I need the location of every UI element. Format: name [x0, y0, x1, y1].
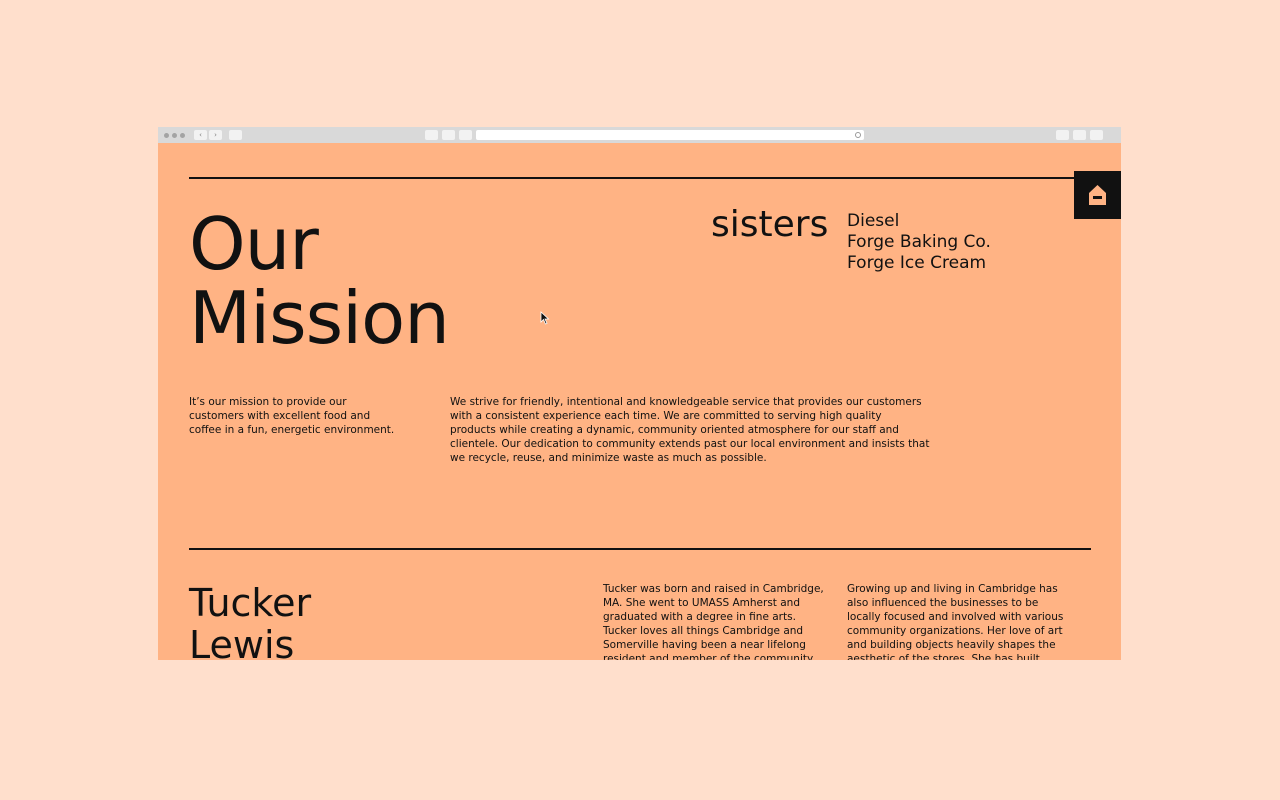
- reload-icon[interactable]: [855, 132, 861, 138]
- home-icon[interactable]: [459, 130, 472, 140]
- page-title-line1: Our: [189, 202, 319, 286]
- download-icon[interactable]: [1056, 130, 1069, 140]
- close-dot-icon[interactable]: [164, 133, 169, 138]
- sister-link-diesel[interactable]: Diesel: [847, 211, 991, 232]
- house-icon: [1089, 185, 1106, 205]
- sisters-list: Diesel Forge Baking Co. Forge Ice Cream: [847, 211, 991, 274]
- page-title: Our Mission: [189, 202, 450, 360]
- forward-icon[interactable]: ›: [209, 130, 222, 140]
- top-divider: [189, 177, 1091, 179]
- bio-first-name: Tucker: [189, 581, 312, 625]
- home-button[interactable]: [1074, 171, 1121, 219]
- mission-body: We strive for friendly, intentional and …: [450, 396, 930, 464]
- section-divider: [189, 548, 1091, 550]
- bio-last-name: Lewis: [189, 623, 295, 660]
- sister-link-forge-ice-cream[interactable]: Forge Ice Cream: [847, 253, 991, 274]
- reader-icon[interactable]: [442, 130, 455, 140]
- browser-window: ‹ › Our Mission sisters Diesel Forge Bak…: [158, 127, 1121, 660]
- sisters-heading: sisters: [711, 204, 829, 245]
- history-icon[interactable]: [425, 130, 438, 140]
- minimize-dot-icon[interactable]: [172, 133, 177, 138]
- sidebar-icon[interactable]: [229, 130, 242, 140]
- browser-toolbar: ‹ ›: [158, 127, 1121, 143]
- page-title-line2: Mission: [189, 276, 450, 360]
- sister-link-forge-baking[interactable]: Forge Baking Co.: [847, 232, 991, 253]
- bio-name: Tucker Lewis: [189, 582, 311, 660]
- back-icon[interactable]: ‹: [194, 130, 207, 140]
- address-bar[interactable]: [476, 130, 864, 140]
- bio-column-2: Growing up and living in Cambridge has a…: [847, 583, 1064, 660]
- settings-icon[interactable]: [1090, 130, 1103, 140]
- bio-column-1: Tucker was born and raised in Cambridge,…: [603, 583, 824, 660]
- mouse-cursor-icon: [540, 311, 550, 325]
- page-content: Our Mission sisters Diesel Forge Baking …: [158, 143, 1121, 660]
- zoom-dot-icon[interactable]: [180, 133, 185, 138]
- share-icon[interactable]: [1073, 130, 1086, 140]
- mission-intro: It’s our mission to provide our customer…: [189, 396, 395, 436]
